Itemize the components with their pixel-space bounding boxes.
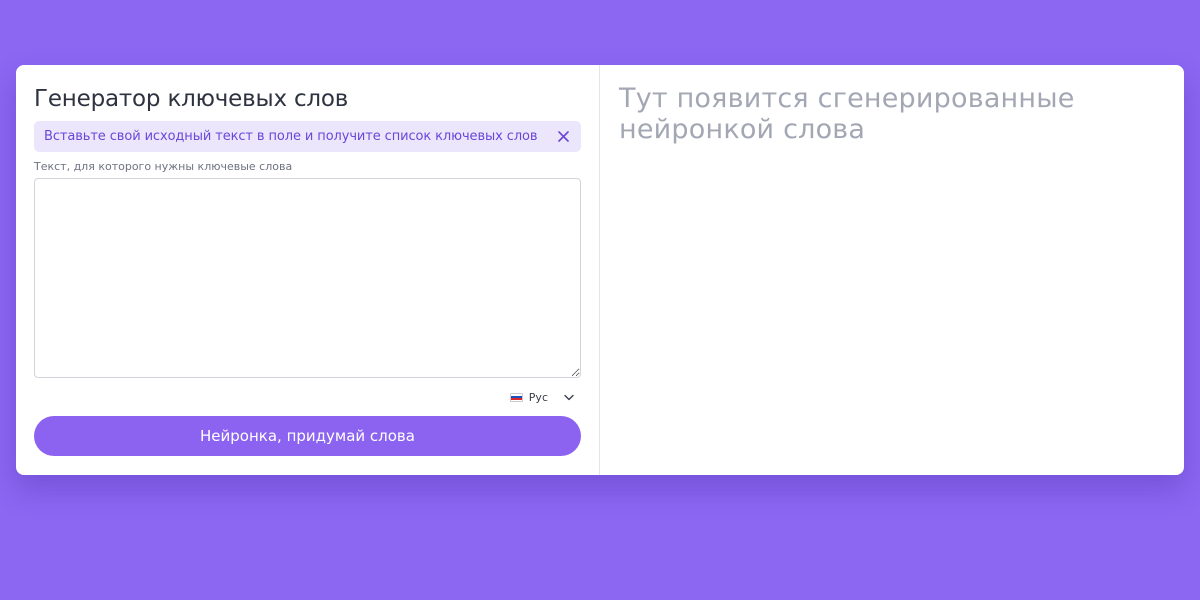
close-icon[interactable] [555, 129, 571, 145]
info-alert-text: Вставьте свой исходный текст в поле и по… [44, 129, 538, 144]
russia-flag-icon [509, 392, 523, 402]
keyword-generator-card: Генератор ключевых слов Вставьте свой ис… [16, 65, 1184, 475]
language-row: Рус [34, 380, 580, 414]
output-placeholder: Тут появится сгенерированные нейронкой с… [619, 83, 1075, 145]
input-panel: Генератор ключевых слов Вставьте свой ис… [16, 65, 600, 475]
source-text-input[interactable] [34, 178, 581, 378]
language-select[interactable]: Рус [509, 390, 574, 404]
language-select-value: Рус [528, 390, 548, 404]
output-panel: Тут появится сгенерированные нейронкой с… [600, 65, 1184, 475]
info-alert: Вставьте свой исходный текст в поле и по… [34, 121, 581, 152]
source-text-label: Текст, для которого нужны ключевые слова [34, 160, 293, 173]
chevron-down-icon [564, 394, 574, 401]
generate-keywords-button[interactable]: Нейронка, придумай слова [34, 416, 581, 456]
page-title: Генератор ключевых слов [34, 86, 349, 112]
